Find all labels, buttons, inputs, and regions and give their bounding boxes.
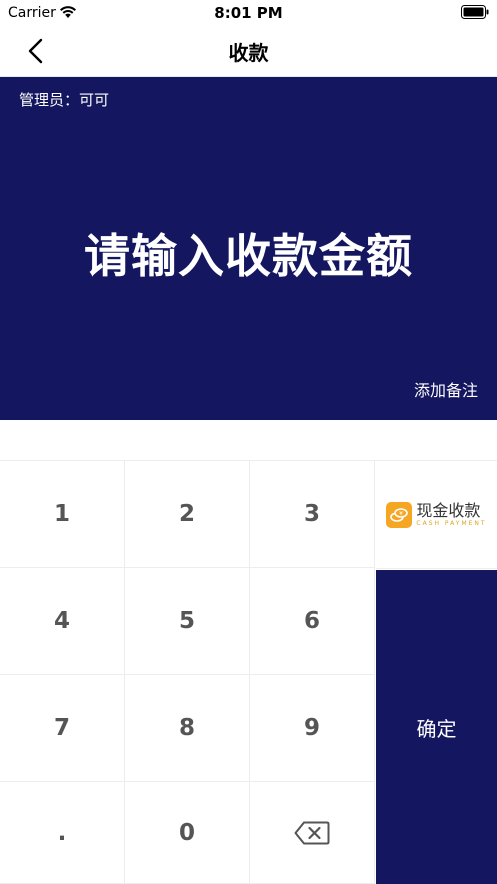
admin-label: 管理员：可可 [19, 91, 110, 109]
key-decimal[interactable]: . [0, 782, 125, 884]
key-1[interactable]: 1 [0, 461, 125, 568]
nav-bar: 收款 [0, 26, 497, 77]
key-6[interactable]: 6 [250, 568, 375, 675]
key-5[interactable]: 5 [125, 568, 250, 675]
key-3[interactable]: 3 [250, 461, 375, 568]
battery-icon [461, 5, 489, 19]
cash-payment-button[interactable]: ¥ 现金收款 CASH PAYMENT [376, 461, 497, 569]
cash-payment-sublabel: CASH PAYMENT [416, 519, 487, 527]
amount-panel: 管理员：可可 请输入收款金额 添加备注 [0, 77, 497, 420]
amount-prompt: 请输入收款金额 [84, 229, 413, 283]
status-time: 8:01 PM [214, 4, 283, 22]
add-remark-button[interactable]: 添加备注 [414, 377, 478, 401]
keypad: 1 2 3 4 5 6 7 8 9 . 0 ¥ 现金收款 CASH PAYMEN… [0, 460, 497, 884]
key-0[interactable]: 0 [125, 782, 250, 884]
key-7[interactable]: 7 [0, 675, 125, 782]
cash-icon: ¥ [386, 501, 413, 528]
status-bar: Carrier 8:01 PM [0, 0, 497, 26]
key-8[interactable]: 8 [125, 675, 250, 782]
backspace-icon [294, 821, 330, 844]
key-2[interactable]: 2 [125, 461, 250, 568]
confirm-button[interactable]: 确定 [376, 570, 497, 884]
key-4[interactable]: 4 [0, 568, 125, 675]
cash-payment-label: 现金收款 [416, 500, 481, 520]
delete-button[interactable] [250, 782, 375, 884]
key-9[interactable]: 9 [250, 675, 375, 782]
page-title: 收款 [228, 41, 269, 65]
svg-text:¥: ¥ [399, 510, 403, 517]
